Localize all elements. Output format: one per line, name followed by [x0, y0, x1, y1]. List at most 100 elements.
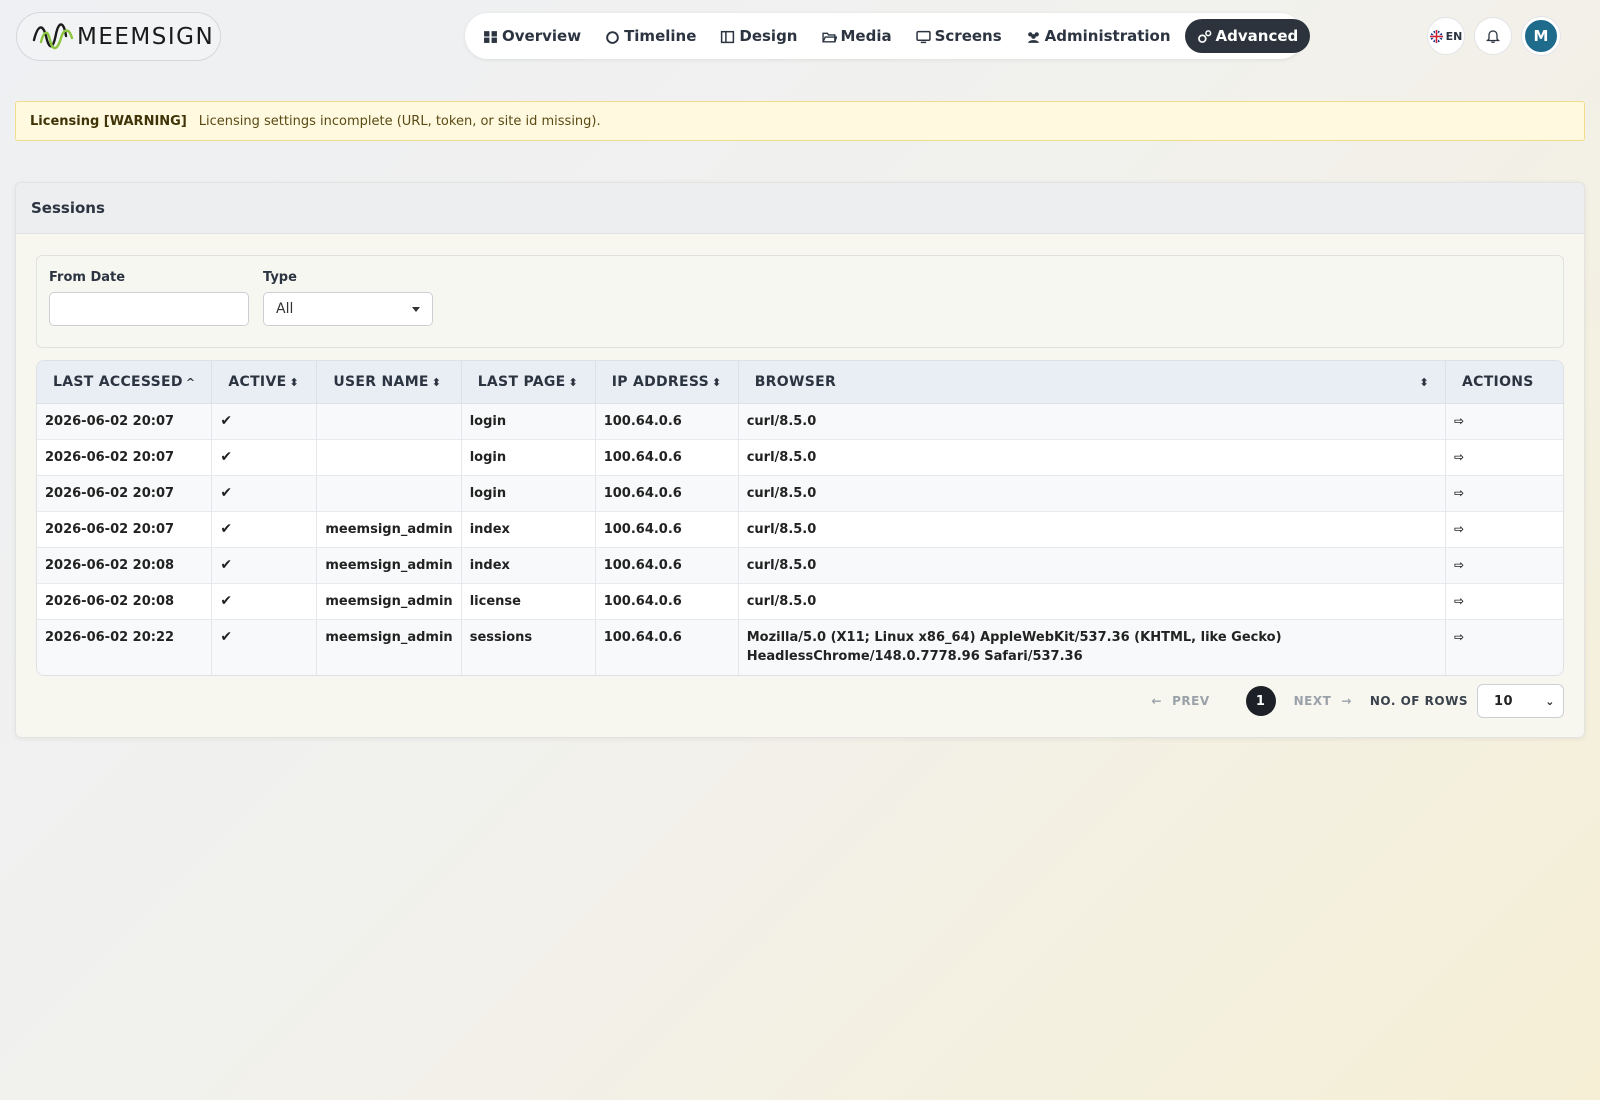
notifications-button[interactable]: [1474, 17, 1512, 55]
grid-icon: [484, 30, 497, 43]
cell-user-name: meemsign_admin: [317, 512, 462, 548]
nav-item-media[interactable]: Media: [810, 19, 904, 53]
cell-ip-address: 100.64.0.6: [595, 440, 739, 476]
cell-ip-address: 100.64.0.6: [595, 620, 739, 675]
sort-both-icon: ⬍: [712, 376, 722, 389]
logout-session-icon[interactable]: ⇨: [1454, 522, 1464, 536]
circle-icon: [606, 30, 619, 44]
rows-per-page-select[interactable]: 10 ⌄: [1477, 684, 1564, 718]
cell-browser: curl/8.5.0: [738, 584, 1446, 620]
cell-last-page: index: [461, 512, 596, 548]
cell-last-accessed: 2026-06-02 20:07: [37, 440, 213, 476]
cell-last-page: login: [461, 476, 596, 512]
table-row: 2026-06-02 20:07 ✔ meemsign_admin index …: [37, 512, 1563, 548]
sort-both-icon: ⬍: [289, 376, 299, 389]
cell-actions: ⇨: [1446, 404, 1563, 440]
cell-last-page: license: [461, 584, 596, 620]
logout-session-icon[interactable]: ⇨: [1454, 450, 1464, 464]
cell-browser: curl/8.5.0: [738, 512, 1446, 548]
nav-item-screens[interactable]: Screens: [904, 19, 1014, 53]
next-page-button[interactable]: NEXT →: [1294, 694, 1352, 708]
avatar-initial: M: [1533, 27, 1549, 45]
nav-item-design[interactable]: Design: [708, 19, 809, 53]
column-header-actions: ACTIONS: [1446, 361, 1563, 404]
sessions-card: Sessions From Date Type All LAST ACCESSE…: [15, 182, 1585, 738]
column-header-browser[interactable]: BROWSER ⬍: [738, 361, 1446, 404]
type-select[interactable]: All: [263, 292, 433, 326]
next-label: NEXT: [1293, 694, 1332, 708]
nav-item-label: Advanced: [1215, 27, 1299, 45]
cell-last-accessed: 2026-06-02 20:07: [37, 476, 213, 512]
cell-last-accessed: 2026-06-02 20:22: [37, 620, 213, 675]
column-label: LAST ACCESSED: [53, 374, 183, 390]
from-date-label: From Date: [49, 270, 126, 285]
folder-icon: [821, 32, 837, 43]
nav-item-label: Design: [739, 27, 798, 45]
card-title: Sessions: [16, 183, 1584, 234]
logout-session-icon[interactable]: ⇨: [1454, 486, 1464, 500]
nav-item-label: Screens: [934, 27, 1002, 45]
prev-page-button[interactable]: ← PREV: [1152, 694, 1210, 708]
cell-last-page: login: [461, 440, 596, 476]
cell-last-accessed: 2026-06-02 20:07: [37, 512, 213, 548]
cell-user-name: meemsign_admin: [317, 584, 462, 620]
gears-icon: [1197, 29, 1211, 43]
uk-flag-icon: [1429, 29, 1443, 43]
column-header-last-accessed[interactable]: LAST ACCESSED ^: [37, 361, 213, 404]
cell-ip-address: 100.64.0.6: [595, 584, 739, 620]
sessions-table: LAST ACCESSED ^ ACTIVE ⬍ USER NAME ⬍ LAST P…: [36, 360, 1564, 676]
cell-user-name: meemsign_admin: [317, 548, 462, 584]
from-date-input[interactable]: [49, 292, 249, 326]
nav-item-administration[interactable]: Administration: [1014, 19, 1183, 53]
language-switcher[interactable]: EN: [1427, 17, 1465, 55]
cell-user-name: [317, 404, 462, 440]
user-avatar[interactable]: M: [1522, 17, 1560, 55]
active-check-icon: ✔: [212, 548, 318, 584]
cell-actions: ⇨: [1446, 440, 1563, 476]
column-header-user-name[interactable]: USER NAME ⬍: [317, 361, 462, 404]
cell-browser: curl/8.5.0: [738, 548, 1446, 584]
layout-icon: [721, 30, 735, 43]
brand-logo[interactable]: MEEMSIGN: [16, 12, 221, 61]
cell-last-accessed: 2026-06-02 20:07: [37, 404, 213, 440]
cell-ip-address: 100.64.0.6: [595, 512, 739, 548]
nav-item-label: Administration: [1044, 27, 1171, 45]
cell-last-accessed: 2026-06-02 20:08: [37, 548, 213, 584]
caret-down-icon: [412, 307, 420, 312]
column-label: ACTIVE: [228, 374, 287, 390]
active-check-icon: ✔: [212, 512, 318, 548]
language-code: EN: [1445, 29, 1463, 43]
table-row: 2026-06-02 20:07 ✔ login 100.64.0.6 curl…: [37, 404, 1563, 440]
column-header-active[interactable]: ACTIVE ⬍: [212, 361, 318, 404]
bell-icon: [1485, 30, 1501, 43]
logout-session-icon[interactable]: ⇨: [1454, 630, 1464, 644]
cell-browser: curl/8.5.0: [738, 476, 1446, 512]
cell-actions: ⇨: [1446, 548, 1563, 584]
licensing-alert: Licensing [WARNING] Licensing settings i…: [15, 101, 1585, 141]
nav-item-label: Overview: [502, 27, 582, 45]
column-header-last-page[interactable]: LAST PAGE ⬍: [461, 361, 596, 404]
column-header-ip-address[interactable]: IP ADDRESS ⬍: [595, 361, 739, 404]
type-group: Type All: [263, 270, 433, 326]
type-label: Type: [263, 270, 297, 285]
logout-session-icon[interactable]: ⇨: [1454, 594, 1464, 608]
logo-wave-icon: [32, 22, 74, 49]
cell-last-page: sessions: [461, 620, 596, 675]
nav-item-overview[interactable]: Overview: [471, 19, 593, 53]
alert-title: Licensing [WARNING]: [30, 113, 187, 129]
monitor-icon: [915, 30, 931, 43]
logout-session-icon[interactable]: ⇨: [1454, 558, 1464, 572]
from-date-group: From Date: [49, 270, 249, 326]
arrow-right-icon: →: [1341, 694, 1352, 708]
sort-both-icon: ⬍: [431, 376, 442, 389]
sort-asc-icon: ^: [185, 376, 196, 389]
rows-per-page-value: 10: [1494, 693, 1514, 709]
cell-browser: Mozilla/5.0 (X11; Linux x86_64) AppleWeb…: [738, 620, 1446, 675]
cell-last-accessed: 2026-06-02 20:08: [37, 584, 213, 620]
rows-per-page-label: NO. OF ROWS: [1369, 694, 1468, 708]
nav-item-timeline[interactable]: Timeline: [593, 19, 708, 53]
page-1-button[interactable]: 1: [1245, 686, 1276, 716]
logout-session-icon[interactable]: ⇨: [1454, 414, 1464, 428]
nav-item-advanced[interactable]: Advanced: [1184, 19, 1311, 53]
cell-user-name: meemsign_admin: [317, 620, 462, 675]
